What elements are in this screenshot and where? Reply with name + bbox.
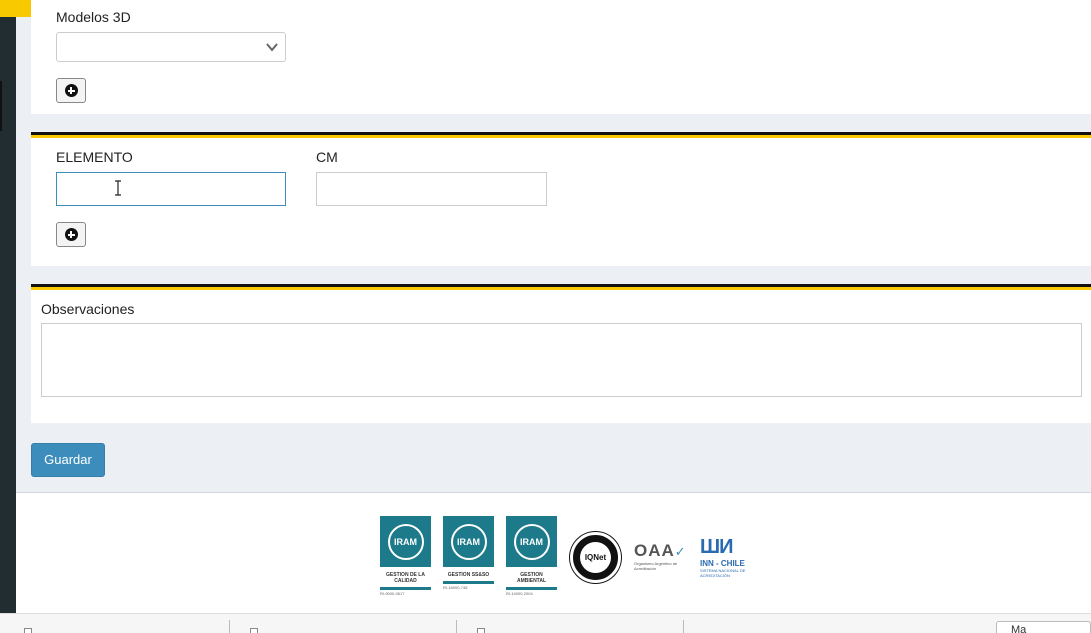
inn-chile-logo: ШИ INN - CHILE SISTEMA NACIONAL DE ACRED… [700,536,752,580]
elemento-panel: ELEMENTO CM [31,132,1091,266]
cert-number: RI-14000-2004 [506,591,533,596]
iram-icon: IRAM [513,523,550,560]
cert-number: RI-9000-0617 [380,591,405,596]
oaa-text: OAA [634,541,675,560]
plus-circle-icon [64,84,78,97]
elemento-input[interactable] [56,172,286,206]
elemento-label: ELEMENTO [56,149,133,165]
cert-title: GESTION AMBIENTAL [516,572,547,584]
cert-number: RI-18000-748 [443,585,468,590]
iram-environment-logo: IRAM GESTION AMBIENTAL RI-14000-2004 [506,516,557,600]
download-bar: Ma [0,613,1091,633]
oaa-subtitle: Organismo Argentino de Acreditación [634,561,678,571]
text-cursor-icon [115,180,121,196]
footer: IRAM GESTION DE LA CALIDAD RI-9000-0617 … [16,492,1091,613]
file-icon[interactable] [477,628,485,633]
file-icon[interactable] [250,628,258,633]
check-icon: ✓ [674,544,686,559]
file-icon[interactable] [24,628,32,633]
chevron-down-icon [266,43,278,52]
show-all-button[interactable]: Ma [996,621,1091,633]
separator [456,620,457,633]
plus-circle-icon [64,228,78,241]
inn-subtitle: SISTEMA NACIONAL DE ACREDITACIÓN [700,568,746,578]
add-elemento-button[interactable] [56,222,86,247]
inn-text: INN - CHILE [700,559,745,568]
observaciones-label: Observaciones [41,301,135,317]
iqnet-text: IQNet [580,542,611,573]
save-button[interactable]: Guardar [31,443,105,477]
observaciones-textarea[interactable] [41,323,1082,397]
oaa-logo: OAA✓ Organismo Argentino de Acreditación [634,541,692,581]
cert-title: GESTION SS&SO [447,572,490,578]
modelos-3d-panel: Modelos 3D [31,0,1091,114]
cm-label: CM [316,149,338,165]
separator [683,620,684,633]
cert-title: GESTION DE LA CALIDAD [386,572,425,584]
sidebar-indicator [0,81,2,131]
iqnet-logo: IQNet [570,532,621,583]
sidebar [0,17,16,613]
iram-icon: IRAM [450,523,487,560]
iram-quality-logo: IRAM GESTION DE LA CALIDAD RI-9000-0617 [380,516,431,600]
separator [229,620,230,633]
observaciones-panel: Observaciones [31,284,1091,423]
modelos-3d-select[interactable] [56,32,286,62]
iram-icon: IRAM [387,523,424,560]
modelos-3d-label: Modelos 3D [56,9,131,25]
inn-mark-icon: ШИ [700,536,733,558]
add-modelo-button[interactable] [56,78,86,103]
cm-input[interactable] [316,172,547,206]
iram-ssso-logo: IRAM GESTION SS&SO RI-18000-748 [443,516,494,600]
